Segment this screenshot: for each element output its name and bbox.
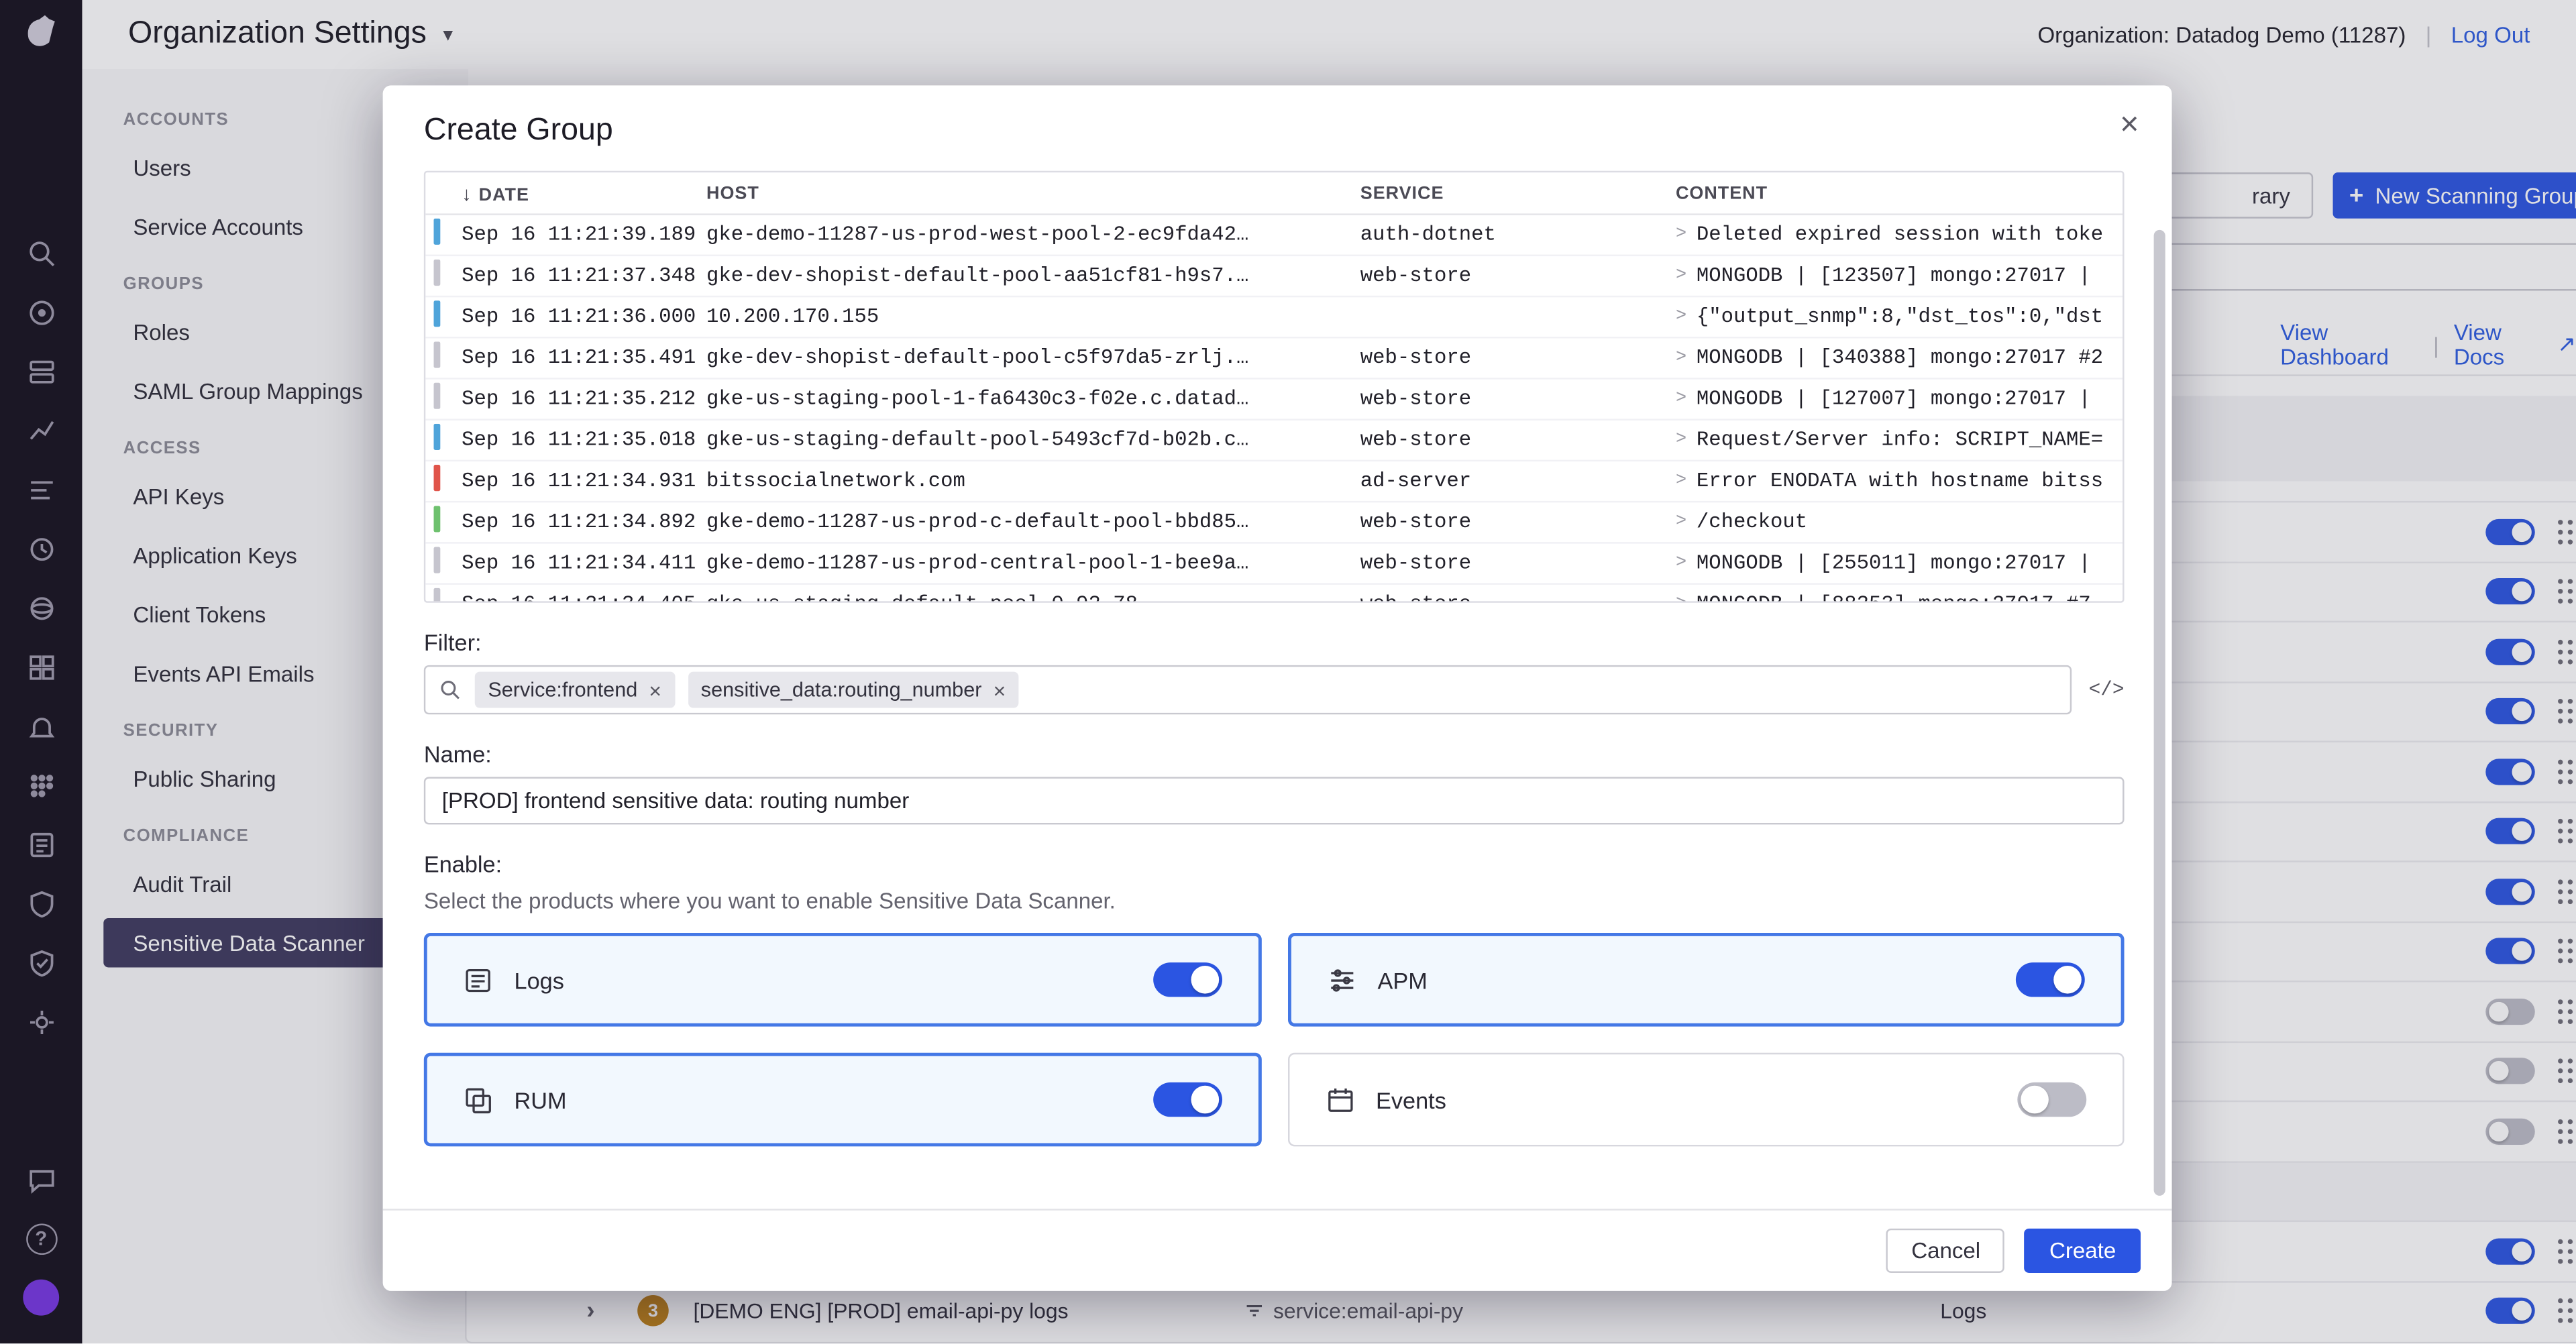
log-row[interactable]: Sep 16 11:21:35.491gke-dev-shopist-defau… xyxy=(425,338,2123,379)
column-service[interactable]: SERVICE xyxy=(1360,183,1676,203)
product-label-rum: RUM xyxy=(515,1086,1132,1113)
events-toggle[interactable] xyxy=(2017,1082,2086,1117)
log-row[interactable]: Sep 16 11:21:37.348gke-dev-shopist-defau… xyxy=(425,256,2123,297)
cancel-button[interactable]: Cancel xyxy=(1887,1229,2005,1273)
column-content[interactable]: CONTENT xyxy=(1676,183,2123,203)
chat-icon[interactable] xyxy=(0,1150,82,1209)
metrics-icon[interactable] xyxy=(0,401,82,460)
logs-toggle[interactable] xyxy=(1152,962,1222,997)
logs-icon xyxy=(464,965,493,995)
log-row[interactable]: Sep 16 11:21:39.189gke-demo-11287-us-pro… xyxy=(425,215,2123,256)
status-indicator xyxy=(434,341,441,368)
watchdog-icon[interactable] xyxy=(0,282,82,341)
apm-icon xyxy=(1327,965,1356,995)
logs-icon[interactable] xyxy=(0,815,82,874)
expand-caret-icon: > xyxy=(1676,348,1686,368)
events-icon xyxy=(1325,1085,1354,1115)
monitors-icon[interactable] xyxy=(0,696,82,755)
log-row[interactable]: Sep 16 11:21:34.411gke-demo-11287-us-pro… xyxy=(425,544,2123,585)
product-label-logs: Logs xyxy=(515,966,1132,993)
app-rail: ? xyxy=(0,0,82,1343)
status-indicator xyxy=(434,465,441,491)
dashboards-icon[interactable] xyxy=(0,637,82,696)
filter-label: Filter: xyxy=(424,629,2125,655)
column-date[interactable]: ↓DATE xyxy=(462,182,706,205)
status-indicator xyxy=(434,547,441,573)
log-row[interactable]: Sep 16 11:21:34.892gke-demo-11287-us-pro… xyxy=(425,502,2123,543)
log-row[interactable]: Sep 16 11:21:34.931bitssocialnetwork.com… xyxy=(425,461,2123,502)
product-label-events: Events xyxy=(1376,1086,1996,1113)
settings-icon[interactable] xyxy=(0,992,82,1051)
integrations-icon[interactable] xyxy=(0,756,82,815)
product-card-events[interactable]: Events xyxy=(1287,1053,2125,1147)
column-host[interactable]: HOST xyxy=(706,183,1360,203)
log-row[interactable]: Sep 16 11:21:35.018gke-us-staging-defaul… xyxy=(425,421,2123,461)
rum-toggle[interactable] xyxy=(1152,1082,1222,1117)
product-cards: Logs APM RUM Events xyxy=(424,933,2125,1146)
log-row[interactable]: Sep 16 11:21:34.405gke-us-staging-defaul… xyxy=(425,585,2123,603)
ci-icon[interactable] xyxy=(0,519,82,578)
synthetics-icon[interactable] xyxy=(0,578,82,637)
user-avatar[interactable] xyxy=(0,1268,82,1327)
product-label-apm: APM xyxy=(1377,966,1994,993)
log-row[interactable]: Sep 16 11:21:36.00010.200.170.155>{"outp… xyxy=(425,297,2123,338)
expand-caret-icon: > xyxy=(1676,471,1686,491)
datadog-logo[interactable] xyxy=(0,3,82,62)
compliance-icon[interactable] xyxy=(0,933,82,992)
product-card-logs[interactable]: Logs xyxy=(424,933,1261,1027)
log-table-header: ↓DATE HOST SERVICE CONTENT xyxy=(425,172,2123,215)
log-preview-table: ↓DATE HOST SERVICE CONTENT Sep 16 11:21:… xyxy=(424,171,2125,603)
modal-body: ↓DATE HOST SERVICE CONTENT Sep 16 11:21:… xyxy=(383,171,2172,1209)
filter-input[interactable]: Service:frontend× sensitive_data:routing… xyxy=(424,665,2072,714)
expand-caret-icon: > xyxy=(1676,595,1686,603)
close-icon[interactable]: × xyxy=(2120,109,2139,142)
status-indicator xyxy=(434,300,441,327)
modal-footer: Cancel Create xyxy=(383,1209,2172,1290)
help-icon[interactable]: ? xyxy=(0,1209,82,1268)
name-input[interactable] xyxy=(424,777,2125,824)
expand-caret-icon: > xyxy=(1676,512,1686,532)
status-indicator xyxy=(434,424,441,450)
modal-title: Create Group xyxy=(424,113,613,148)
name-label: Name: xyxy=(424,740,2125,767)
sort-desc-icon: ↓ xyxy=(462,182,472,205)
infrastructure-icon[interactable] xyxy=(0,341,82,400)
enable-description: Select the products where you want to en… xyxy=(424,889,2125,913)
expand-caret-icon: > xyxy=(1676,431,1686,450)
log-row[interactable]: Sep 16 11:21:35.212gke-us-staging-pool-1… xyxy=(425,380,2123,421)
remove-pill-icon[interactable]: × xyxy=(994,677,1006,702)
filter-pill-sensitive-data[interactable]: sensitive_data:routing_number× xyxy=(688,672,1019,708)
expand-caret-icon: > xyxy=(1676,307,1686,327)
status-indicator xyxy=(434,219,441,245)
security-icon[interactable] xyxy=(0,874,82,933)
rum-icon xyxy=(464,1085,493,1115)
filter-pill-service-frontend[interactable]: Service:frontend× xyxy=(475,672,675,708)
expand-caret-icon: > xyxy=(1676,553,1686,573)
modal-scrollbar[interactable] xyxy=(2154,230,2165,1196)
expand-caret-icon: > xyxy=(1676,225,1686,245)
search-icon xyxy=(439,678,462,701)
enable-label: Enable: xyxy=(424,851,2125,877)
status-indicator xyxy=(434,506,441,532)
apm-icon[interactable] xyxy=(0,460,82,519)
status-indicator xyxy=(434,383,441,409)
status-indicator xyxy=(434,588,441,603)
code-view-icon[interactable]: </> xyxy=(2089,678,2125,701)
product-card-rum[interactable]: RUM xyxy=(424,1053,1261,1147)
modal-header: Create Group × xyxy=(383,85,2172,170)
expand-caret-icon: > xyxy=(1676,266,1686,286)
apm-toggle[interactable] xyxy=(2016,962,2085,997)
create-group-modal: Create Group × ↓DATE HOST SERVICE CONTEN… xyxy=(383,85,2172,1291)
create-button[interactable]: Create xyxy=(2025,1229,2141,1273)
product-card-apm[interactable]: APM xyxy=(1287,933,2125,1027)
remove-pill-icon[interactable]: × xyxy=(649,677,661,702)
screen: ? Organization Settings ▾ Organization: … xyxy=(0,0,2576,1343)
status-indicator xyxy=(434,260,441,286)
expand-caret-icon: > xyxy=(1676,389,1686,408)
search-icon[interactable] xyxy=(0,223,82,282)
